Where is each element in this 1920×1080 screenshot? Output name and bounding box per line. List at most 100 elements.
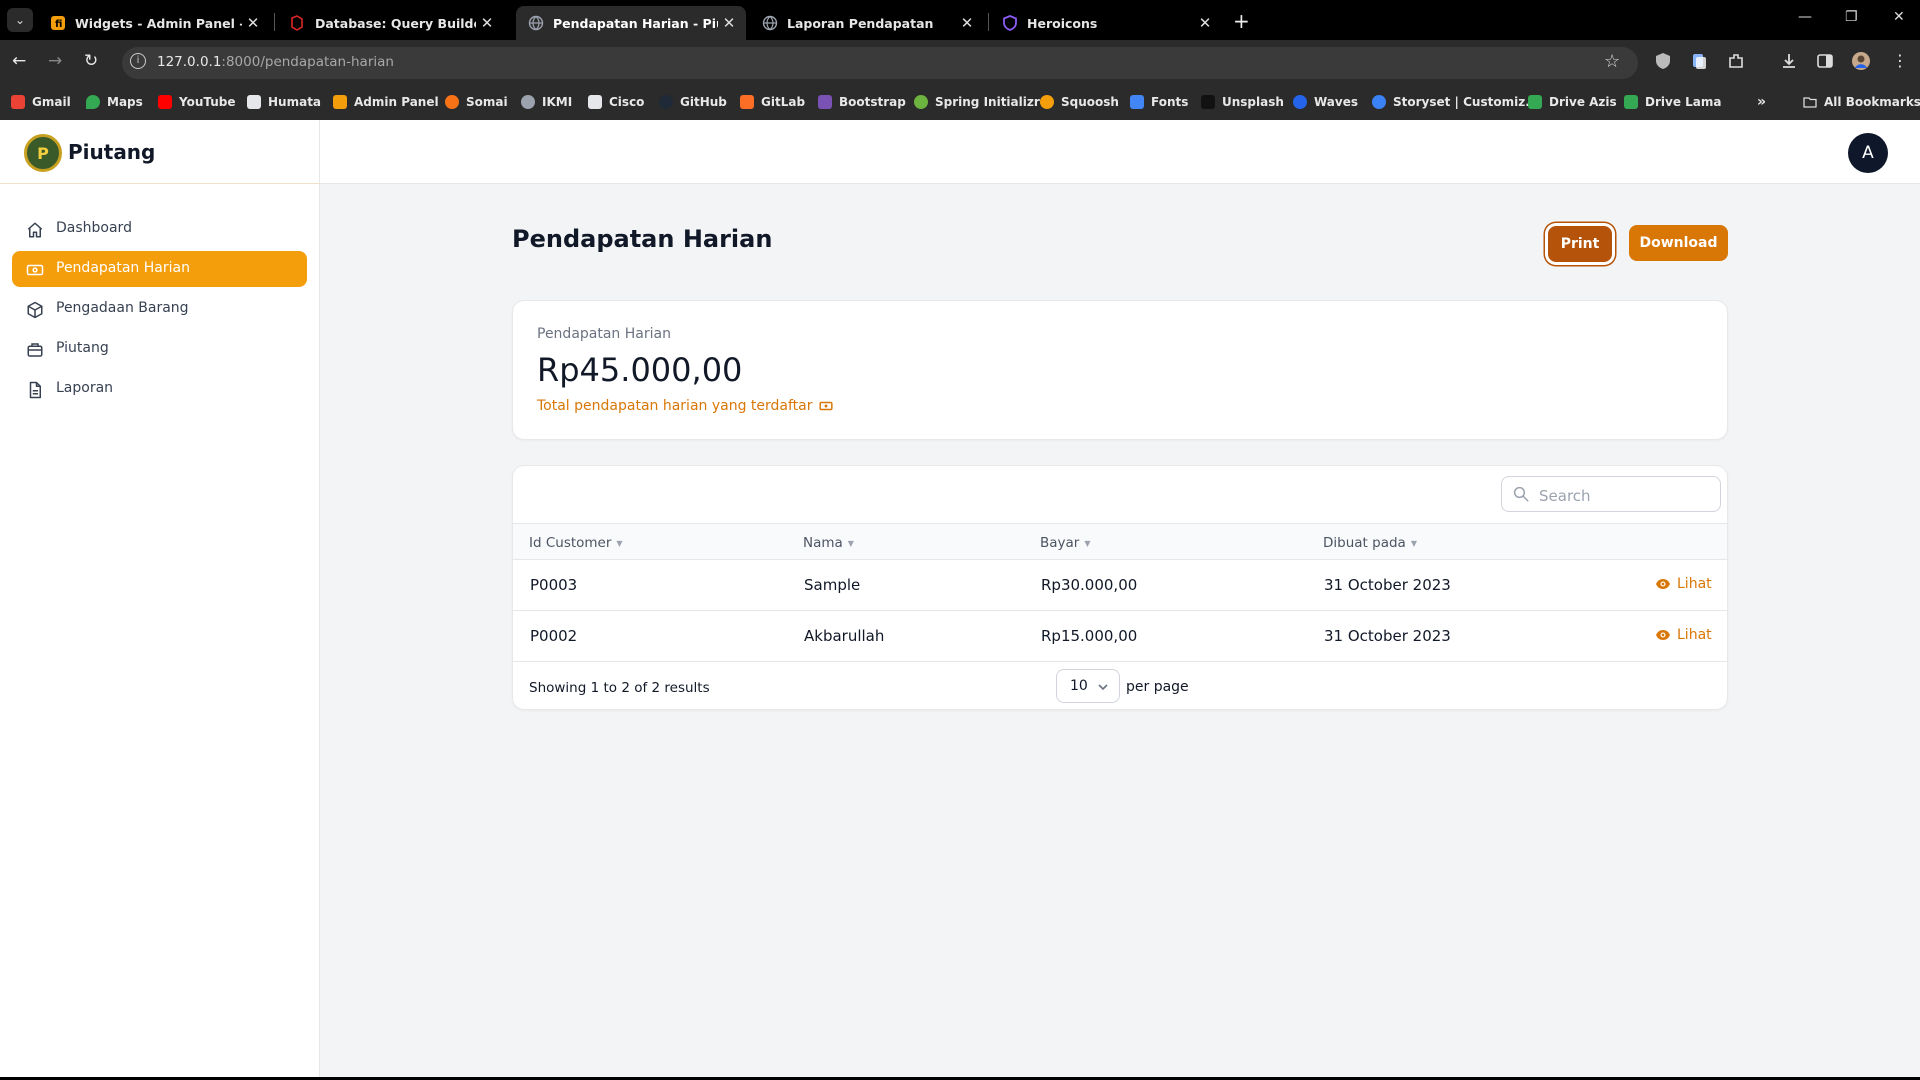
sidebar-item-pengadaan-barang[interactable]: Pengadaan Barang (12, 291, 307, 327)
back-icon[interactable]: ← (12, 51, 26, 71)
bookmark-label: Waves (1314, 95, 1359, 109)
bookmarks-overflow-icon[interactable]: » (1757, 93, 1766, 111)
sidebar-item-label: Piutang (56, 340, 109, 356)
bookmark-storyset[interactable]: Storyset | Customiz... (1372, 93, 1539, 111)
svg-text:fi: fi (55, 19, 62, 30)
download-button[interactable]: Download (1629, 225, 1728, 261)
filament-icon: fi (50, 15, 66, 31)
search-input[interactable]: Search (1501, 476, 1721, 512)
cell-nama: Sample (804, 576, 861, 594)
bookmark-label: IKMI (542, 95, 573, 109)
chevron-down-icon: ▼ (616, 538, 623, 548)
menu-kebab-icon[interactable]: ⋮ (1892, 51, 1908, 70)
brand[interactable]: P Piutang (0, 120, 320, 184)
bookmark-label: Drive Lama (1645, 95, 1722, 109)
close-icon[interactable]: ✕ (242, 14, 264, 32)
profile-avatar-icon[interactable] (1852, 52, 1870, 70)
tab-pendapatan-harian[interactable]: Pendapatan Harian - Piutang ✕ (516, 6, 746, 40)
view-action-label: Lihat (1677, 627, 1712, 643)
bookmark-ikmi[interactable]: IKMI (521, 93, 572, 111)
brand-logo: P (24, 134, 62, 172)
bookmark-github[interactable]: GitHub (659, 93, 727, 111)
close-icon[interactable]: ✕ (956, 14, 978, 32)
minimize-icon[interactable]: — (1798, 9, 1812, 25)
bookmark-drive-lama[interactable]: Drive Lama (1624, 93, 1721, 111)
forward-icon[interactable]: → (48, 51, 62, 71)
bookmark-unsplash[interactable]: Unsplash (1201, 93, 1284, 111)
chevron-down-icon: ▼ (1410, 538, 1417, 548)
cube-icon (27, 301, 43, 319)
document-icon (29, 381, 41, 399)
column-header-id-customer[interactable]: Id Customer ▼ (529, 535, 623, 551)
view-action[interactable]: Lihat (1655, 627, 1712, 643)
bookmark-star-icon[interactable]: ☆ (1604, 51, 1620, 72)
table-row[interactable]: P0002 Akbarullah Rp15.000,00 31 October … (513, 611, 1727, 662)
bookmark-spring[interactable]: Spring Initializr (914, 93, 1040, 111)
bookmark-gmail[interactable]: Gmail (11, 93, 71, 111)
column-header-label: Id Customer (529, 535, 612, 551)
tab-search-button[interactable]: ⌄ (7, 8, 33, 32)
bookmark-cisco[interactable]: Cisco (588, 93, 644, 111)
sidebar-item-label: Pengadaan Barang (56, 300, 189, 316)
extension-shield-icon[interactable] (1654, 52, 1672, 70)
cell-nama: Akbarullah (804, 627, 885, 645)
cisco-icon (588, 95, 602, 109)
close-icon[interactable]: ✕ (476, 14, 498, 32)
bookmark-label: GitLab (761, 95, 806, 109)
close-icon[interactable]: ✕ (1194, 14, 1216, 32)
all-bookmarks[interactable]: All Bookmarks (1803, 93, 1920, 111)
user-avatar[interactable]: A (1848, 133, 1888, 173)
bookmark-bootstrap[interactable]: Bootstrap (818, 93, 906, 111)
view-action[interactable]: Lihat (1655, 576, 1712, 592)
window-close-icon[interactable]: ✕ (1893, 9, 1905, 25)
bookmark-gitlab[interactable]: GitLab (740, 93, 805, 111)
url-host: 127.0.0.1 (157, 54, 222, 70)
site-info-icon[interactable]: i (130, 53, 146, 69)
bookmark-label: YouTube (179, 95, 236, 109)
new-tab-button[interactable]: + (1233, 9, 1250, 33)
sidebar-item-label: Dashboard (56, 220, 132, 236)
bookmark-youtube[interactable]: YouTube (158, 93, 236, 111)
bookmark-maps[interactable]: Maps (86, 93, 143, 111)
tab-laporan[interactable]: Laporan Pendapatan ✕ (750, 6, 984, 40)
drive-icon (1528, 95, 1542, 109)
side-panel-icon[interactable] (1816, 52, 1834, 70)
view-action-label: Lihat (1677, 576, 1712, 592)
stat-label: Pendapatan Harian (537, 326, 671, 342)
sidebar-item-pendapatan-harian[interactable]: Pendapatan Harian (12, 251, 307, 287)
page-title: Pendapatan Harian (512, 225, 773, 253)
sidebar-item-piutang[interactable]: Piutang (12, 331, 307, 367)
humata-icon (247, 95, 261, 109)
search-placeholder: Search (1539, 487, 1591, 505)
url-text[interactable]: 127.0.0.1:8000/pendapatan-harian (157, 54, 394, 70)
bookmark-waves[interactable]: Waves (1293, 93, 1358, 111)
waves-icon (1293, 95, 1307, 109)
column-header-nama[interactable]: Nama ▼ (803, 535, 854, 551)
tab-database[interactable]: Database: Query Builder - Lara ✕ (278, 6, 504, 40)
tab-widgets[interactable]: fi Widgets - Admin Panel - Filam ✕ (38, 6, 270, 40)
tab-heroicons[interactable]: Heroicons ✕ (990, 6, 1222, 40)
bookmark-admin-panel[interactable]: Admin Panel (333, 93, 439, 111)
extension-copy-icon[interactable] (1690, 52, 1708, 70)
bookmark-fonts[interactable]: Fonts (1130, 93, 1188, 111)
sidebar-item-dashboard[interactable]: Dashboard (12, 211, 307, 247)
download-icon[interactable] (1780, 52, 1798, 70)
restore-icon[interactable]: ❐ (1845, 9, 1858, 25)
per-page-select[interactable]: 10 (1056, 669, 1120, 703)
close-icon[interactable]: ✕ (718, 14, 740, 32)
cash-icon (818, 401, 833, 411)
bookmark-somai[interactable]: Somai (445, 93, 508, 111)
bookmark-drive-azis[interactable]: Drive Azis (1528, 93, 1617, 111)
table-row[interactable]: P0003 Sample Rp30.000,00 31 October 2023… (513, 560, 1727, 611)
bookmark-squoosh[interactable]: Squoosh (1040, 93, 1119, 111)
column-header-label: Nama (803, 535, 843, 551)
reload-icon[interactable]: ↻ (84, 51, 98, 71)
table-card: Search Id Customer ▼ Nama ▼ Bayar ▼ Dibuat … (512, 465, 1728, 710)
column-header-dibuat-pada[interactable]: Dibuat pada ▼ (1323, 535, 1417, 551)
bookmark-humata[interactable]: Humata (247, 93, 321, 111)
extensions-puzzle-icon[interactable] (1727, 52, 1745, 70)
maps-icon (86, 95, 100, 109)
sidebar-item-laporan[interactable]: Laporan (12, 371, 307, 407)
print-button[interactable]: Print (1548, 226, 1612, 262)
column-header-bayar[interactable]: Bayar ▼ (1040, 535, 1091, 551)
